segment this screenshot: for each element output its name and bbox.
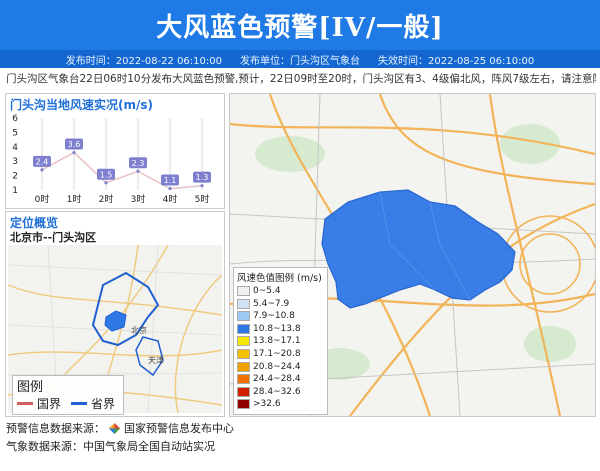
y-tick-label: 1 (12, 186, 18, 196)
wind-color-label: 5.4~7.9 (253, 298, 290, 309)
wind-color-label: 7.9~10.8 (253, 311, 295, 322)
data-label: 2.3 (132, 159, 145, 168)
header-bar: 大风蓝色预警[IV/一般] (0, 0, 600, 50)
x-tick-label: 5时 (195, 193, 210, 205)
wind-color-label: 20.8~24.4 (253, 361, 301, 372)
national-border-swatch (17, 402, 33, 405)
weather-source-label: 气象数据来源：中国气象局全国自动站实况 (6, 440, 215, 453)
data-label: 2.4 (36, 157, 49, 166)
x-tick-label: 1时 (67, 193, 82, 205)
data-label: 1.1 (164, 176, 177, 185)
publisher: 发布单位：门头沟区气象台 (240, 55, 360, 67)
map-label-beijing: 北京 (131, 325, 147, 335)
wind-color-swatch (237, 374, 250, 385)
wind-color-swatch (237, 298, 250, 309)
alert-title: 大风蓝色预警[IV/一般] (156, 12, 444, 43)
x-tick-label: 4时 (163, 193, 178, 205)
wind-speed-panel: 门头沟当地风速实况(m/s) 1 2 3 4 5 6 2.4 0时 3.6 1时 1.5 2时 2.3 3… (5, 93, 225, 209)
wind-color-legend-item: 17.1~20.8 (237, 349, 301, 359)
wind-speed-point (40, 168, 44, 172)
wind-color-legend-item: 0~5.4 (237, 286, 281, 296)
wind-color-swatch (237, 399, 250, 410)
boundary-legend-title: 图例 (17, 380, 44, 395)
province-border-label: 省界 (91, 397, 116, 411)
boundary-legend: 图例 国界 省界 (12, 375, 124, 415)
wind-color-label: 17.1~20.8 (253, 349, 301, 359)
warning-source-name: 国家预警信息发布中心 (124, 422, 234, 435)
weather-source-line: 气象数据来源：中国气象局全国自动站实况 (6, 438, 215, 454)
warning-source-label: 预警信息数据来源： (6, 422, 105, 435)
wind-color-swatch (237, 323, 250, 334)
wind-speed-point (168, 186, 172, 191)
national-border-label: 国界 (37, 397, 62, 411)
y-tick-label: 4 (12, 143, 18, 153)
wind-color-legend: 风速色值图例 (m/s) 0~5.4 5.4~7.9 7.9~10.8 10.8~13… (233, 267, 328, 415)
data-label: 1.3 (196, 173, 209, 182)
alert-meta-bar: 发布时间：2022-08-22 06:10:00 发布单位：门头沟区气象台 失效… (0, 50, 600, 68)
y-tick-label: 6 (12, 114, 18, 124)
wind-color-label: >32.6 (253, 399, 281, 410)
location-subtitle: 北京市--门头沟区 (10, 231, 97, 244)
map-label-tianjin: 天津 (148, 355, 164, 365)
wind-color-label: 13.8~17.1 (253, 336, 301, 347)
wind-color-swatch (237, 336, 250, 347)
wind-color-legend-item: 24.4~28.4 (237, 374, 301, 385)
wind-color-swatch (237, 386, 250, 397)
wind-color-swatch (237, 286, 250, 296)
wind-color-label: 10.8~13.8 (253, 323, 301, 334)
x-tick-label: 3时 (131, 193, 146, 205)
y-tick-label: 5 (12, 128, 18, 138)
data-label: 3.6 (68, 140, 81, 149)
nmc-logo-icon (109, 422, 120, 434)
wind-color-legend-item: 20.8~24.4 (237, 361, 301, 372)
wind-color-legend-item: 10.8~13.8 (237, 323, 301, 334)
wind-color-label: 24.4~28.4 (253, 374, 301, 385)
y-tick-label: 2 (12, 172, 18, 182)
wind-speed-chart: 1 2 3 4 5 6 2.4 0时 3.6 1时 1.5 2时 2.3 3时 1.1 4时 1.3 5时 (12, 114, 211, 205)
wind-speed-point (72, 150, 76, 155)
warning-source-line: 预警信息数据来源： 国家预警信息发布中心 (6, 420, 234, 436)
wind-color-legend-title: 风速色值图例 (m/s) (237, 273, 322, 284)
wind-color-legend-item: 28.4~32.6 (237, 386, 301, 397)
wind-color-legend-item: >32.6 (237, 399, 281, 410)
wind-color-label: 0~5.4 (253, 286, 281, 296)
wind-speed-point (136, 169, 140, 173)
legend-item-province-border: 省界 (71, 395, 115, 412)
wind-speed-point (200, 184, 204, 188)
wind-color-label: 28.4~32.6 (253, 386, 301, 397)
wind-color-swatch (237, 361, 250, 372)
x-tick-label: 0时 (35, 193, 50, 205)
province-border-swatch (71, 402, 87, 405)
wind-color-legend-item: 13.8~17.1 (237, 336, 301, 347)
wind-color-swatch (237, 311, 250, 322)
x-tick-label: 2时 (99, 193, 114, 205)
wind-speed-point (104, 181, 108, 185)
y-tick-label: 3 (12, 157, 18, 167)
data-label: 1.5 (100, 170, 113, 179)
wind-color-legend-item: 5.4~7.9 (237, 298, 290, 309)
alert-description: 门头沟区气象台22日06时10分发布大风蓝色预警,预计，22日09时至20时，门… (6, 73, 596, 85)
publish-time: 发布时间：2022-08-22 06:10:00 (65, 55, 222, 67)
wind-color-legend-item: 7.9~10.8 (237, 311, 295, 322)
wind-color-swatch (237, 349, 250, 359)
legend-item-national-border: 国界 (17, 395, 61, 412)
expire-time: 失效时间：2022-08-25 06:10:00 (378, 55, 535, 67)
